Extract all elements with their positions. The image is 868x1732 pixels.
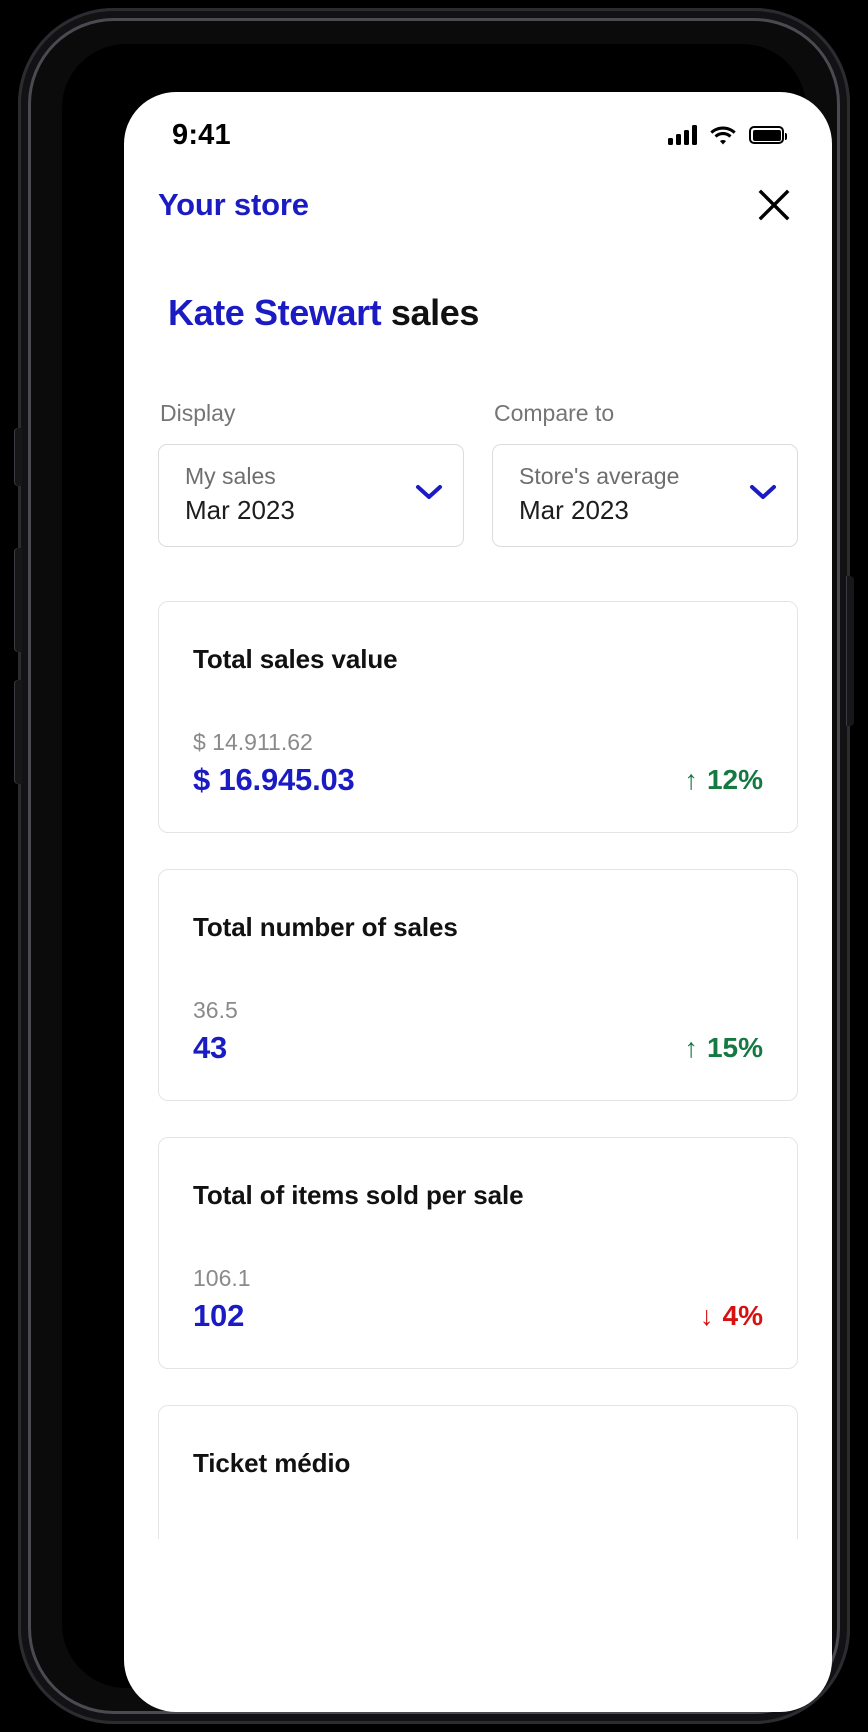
display-selector-period: Mar 2023 [185,495,295,525]
display-selector-value: My sales [185,463,276,489]
close-button[interactable] [750,181,798,229]
cellular-bars-icon [668,125,697,145]
metric-main-value: 102 [193,1298,245,1333]
compare-selector-value: Store's average [519,463,680,489]
metric-main-value: 43 [193,1030,228,1065]
phone-bezel: 9:41 Your store Kate Stewart sales Displ… [62,44,832,1712]
battery-full-icon [749,126,787,144]
filter-selectors: Display My sales Mar 2023 Compare to Sto… [158,400,798,547]
compare-selector-texts: Store's average Mar 2023 [519,463,679,526]
page-title: Kate Stewart sales [158,292,798,334]
metric-card-values: $ 14.911.62 $ 16.945.03 [193,729,355,798]
metric-card-title: Ticket médio [193,1448,351,1478]
page-title-person: Kate Stewart [168,292,382,333]
volume-down-button[interactable] [14,680,22,784]
metric-delta-label: 4% [722,1300,763,1331]
metric-delta-label: 12% [706,764,763,795]
metric-delta-badge: ↑ 15% [684,1032,763,1066]
compare-selector-dropdown[interactable]: Store's average Mar 2023 [492,444,798,547]
arrow-up-icon: ↑ [684,764,698,795]
display-selector-dropdown[interactable]: My sales Mar 2023 [158,444,464,547]
arrow-up-icon: ↑ [684,1032,698,1063]
metric-card-values: 36.5 43 [193,997,238,1066]
phone-screen: 9:41 Your store Kate Stewart sales Displ… [124,92,832,1712]
metric-card[interactable]: Total of items sold per sale 106.1 102 ↓… [158,1137,798,1369]
metric-main-value: $ 16.945.03 [193,762,355,797]
modal-topbar: Your store [158,166,798,244]
metric-card-body: 106.1 102 ↓ 4% [193,1265,763,1334]
metric-delta-badge: ↓ 4% [700,1300,763,1334]
volume-up-button[interactable] [14,548,22,652]
metric-card-title: Total sales value [193,644,398,674]
close-icon [758,189,790,221]
metric-card-body: 36.5 43 ↑ 15% [193,997,763,1066]
metric-card[interactable]: Total sales value $ 14.911.62 $ 16.945.0… [158,601,798,833]
metric-compare-value: 106.1 [193,1265,251,1291]
page-title-suffix: sales [381,292,480,333]
arrow-down-icon: ↓ [700,1300,714,1331]
your-store-link[interactable]: Your store [158,187,309,223]
display-selector-texts: My sales Mar 2023 [185,463,295,526]
metric-cards-list: Total sales value $ 14.911.62 $ 16.945.0… [158,601,798,1539]
compare-selector-label: Compare to [494,400,615,426]
status-bar: 9:41 [124,92,832,166]
metric-compare-value: 36.5 [193,997,238,1023]
app-content: Your store Kate Stewart sales Display My… [124,166,832,1539]
metric-delta-badge: ↑ 12% [684,764,763,798]
metric-card-title: Total of items sold per sale [193,1180,524,1210]
wifi-icon [710,126,736,145]
status-bar-clock: 9:41 [172,118,231,151]
silent-switch-button[interactable] [14,428,22,486]
metric-card-title: Total number of sales [193,912,458,942]
compare-selector-group: Compare to Store's average Mar 2023 [492,400,798,547]
chevron-down-icon [415,483,443,506]
compare-selector-period: Mar 2023 [519,495,629,525]
display-selector-group: Display My sales Mar 2023 [158,400,464,547]
status-bar-indicators [668,125,787,145]
metric-delta-label: 15% [706,1032,763,1063]
metric-compare-value: $ 14.911.62 [193,729,313,755]
metric-card[interactable]: Ticket médio [158,1405,798,1539]
metric-card-body: $ 14.911.62 $ 16.945.03 ↑ 12% [193,729,763,798]
metric-card[interactable]: Total number of sales 36.5 43 ↑ 15% [158,869,798,1101]
chevron-down-icon [749,483,777,506]
phone-chassis: 9:41 Your store Kate Stewart sales Displ… [14,8,854,1724]
display-selector-label: Display [160,400,236,426]
power-button[interactable] [846,576,854,726]
metric-card-values: 106.1 102 [193,1265,251,1334]
